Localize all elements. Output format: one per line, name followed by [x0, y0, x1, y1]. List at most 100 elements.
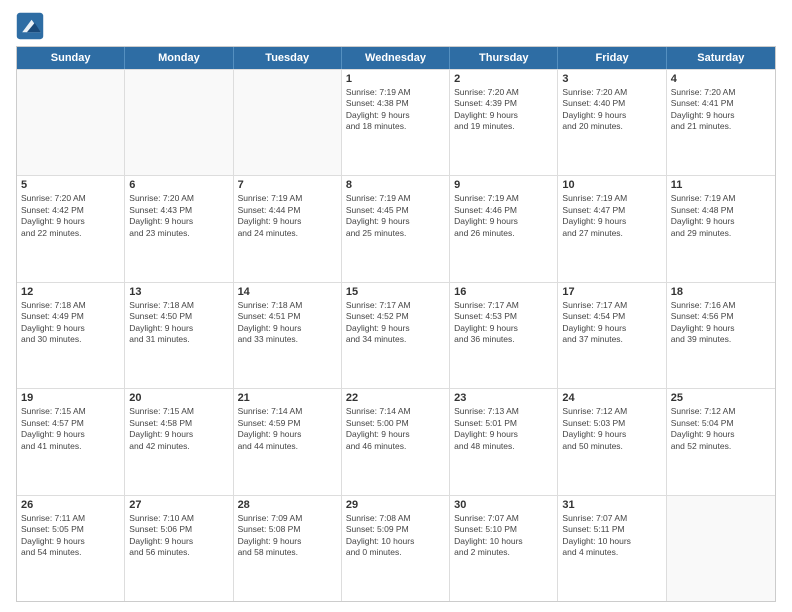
day-number: 23 [454, 392, 553, 404]
empty-cell [667, 496, 775, 601]
day-info: Sunrise: 7:14 AM Sunset: 4:59 PM Dayligh… [238, 406, 337, 452]
day-cell: 27 Sunrise: 7:10 AM Sunset: 5:06 PM Dayli… [125, 496, 233, 601]
day-number: 2 [454, 73, 553, 85]
day-number: 27 [129, 499, 228, 511]
day-cell: 16 Sunrise: 7:17 AM Sunset: 4:53 PM Dayli… [450, 283, 558, 388]
day-number: 17 [562, 286, 661, 298]
day-info: Sunrise: 7:15 AM Sunset: 4:58 PM Dayligh… [129, 406, 228, 452]
calendar-page: SundayMondayTuesdayWednesdayThursdayFrid… [0, 0, 792, 612]
logo-icon [16, 12, 44, 40]
day-cell: 8 Sunrise: 7:19 AM Sunset: 4:45 PM Daylig… [342, 176, 450, 281]
day-info: Sunrise: 7:19 AM Sunset: 4:47 PM Dayligh… [562, 193, 661, 239]
day-number: 13 [129, 286, 228, 298]
day-info: Sunrise: 7:19 AM Sunset: 4:48 PM Dayligh… [671, 193, 771, 239]
day-number: 5 [21, 179, 120, 191]
weekday-header: Tuesday [234, 47, 342, 69]
day-cell: 29 Sunrise: 7:08 AM Sunset: 5:09 PM Dayli… [342, 496, 450, 601]
day-info: Sunrise: 7:20 AM Sunset: 4:40 PM Dayligh… [562, 87, 661, 133]
day-info: Sunrise: 7:18 AM Sunset: 4:51 PM Dayligh… [238, 300, 337, 346]
day-number: 1 [346, 73, 445, 85]
day-info: Sunrise: 7:08 AM Sunset: 5:09 PM Dayligh… [346, 513, 445, 559]
day-cell: 15 Sunrise: 7:17 AM Sunset: 4:52 PM Dayli… [342, 283, 450, 388]
day-cell: 10 Sunrise: 7:19 AM Sunset: 4:47 PM Dayli… [558, 176, 666, 281]
day-cell: 23 Sunrise: 7:13 AM Sunset: 5:01 PM Dayli… [450, 389, 558, 494]
empty-cell [234, 70, 342, 175]
day-number: 15 [346, 286, 445, 298]
day-number: 22 [346, 392, 445, 404]
day-cell: 22Sunrise: 7:14 AM Sunset: 5:00 PM Dayli… [342, 389, 450, 494]
day-cell: 6 Sunrise: 7:20 AM Sunset: 4:43 PM Daylig… [125, 176, 233, 281]
day-cell: 20 Sunrise: 7:15 AM Sunset: 4:58 PM Dayli… [125, 389, 233, 494]
day-number: 30 [454, 499, 553, 511]
weekday-header: Friday [558, 47, 666, 69]
day-info: Sunrise: 7:09 AM Sunset: 5:08 PM Dayligh… [238, 513, 337, 559]
day-number: 29 [346, 499, 445, 511]
day-info: Sunrise: 7:12 AM Sunset: 5:04 PM Dayligh… [671, 406, 771, 452]
day-info: Sunrise: 7:19 AM Sunset: 4:45 PM Dayligh… [346, 193, 445, 239]
day-info: Sunrise: 7:11 AM Sunset: 5:05 PM Dayligh… [21, 513, 120, 559]
day-info: Sunrise: 7:19 AM Sunset: 4:46 PM Dayligh… [454, 193, 553, 239]
day-cell: 31 Sunrise: 7:07 AM Sunset: 5:11 PM Dayli… [558, 496, 666, 601]
day-info: Sunrise: 7:12 AM Sunset: 5:03 PM Dayligh… [562, 406, 661, 452]
day-info: Sunrise: 7:20 AM Sunset: 4:43 PM Dayligh… [129, 193, 228, 239]
day-number: 7 [238, 179, 337, 191]
day-info: Sunrise: 7:17 AM Sunset: 4:53 PM Dayligh… [454, 300, 553, 346]
day-number: 14 [238, 286, 337, 298]
calendar-week: 12Sunrise: 7:18 AM Sunset: 4:49 PM Dayli… [17, 282, 775, 388]
day-info: Sunrise: 7:19 AM Sunset: 4:44 PM Dayligh… [238, 193, 337, 239]
day-info: Sunrise: 7:15 AM Sunset: 4:57 PM Dayligh… [21, 406, 120, 452]
day-number: 6 [129, 179, 228, 191]
day-number: 31 [562, 499, 661, 511]
day-number: 21 [238, 392, 337, 404]
day-number: 9 [454, 179, 553, 191]
day-number: 10 [562, 179, 661, 191]
day-cell: 5 Sunrise: 7:20 AM Sunset: 4:42 PM Daylig… [17, 176, 125, 281]
day-number: 16 [454, 286, 553, 298]
day-info: Sunrise: 7:20 AM Sunset: 4:42 PM Dayligh… [21, 193, 120, 239]
day-number: 19 [21, 392, 120, 404]
day-number: 26 [21, 499, 120, 511]
day-cell: 18Sunrise: 7:16 AM Sunset: 4:56 PM Dayli… [667, 283, 775, 388]
day-cell: 2 Sunrise: 7:20 AM Sunset: 4:39 PM Daylig… [450, 70, 558, 175]
day-number: 18 [671, 286, 771, 298]
day-number: 24 [562, 392, 661, 404]
day-number: 8 [346, 179, 445, 191]
day-cell: 26 Sunrise: 7:11 AM Sunset: 5:05 PM Dayli… [17, 496, 125, 601]
day-info: Sunrise: 7:17 AM Sunset: 4:54 PM Dayligh… [562, 300, 661, 346]
day-cell: 24 Sunrise: 7:12 AM Sunset: 5:03 PM Dayli… [558, 389, 666, 494]
calendar-week: 5 Sunrise: 7:20 AM Sunset: 4:42 PM Daylig… [17, 175, 775, 281]
day-info: Sunrise: 7:17 AM Sunset: 4:52 PM Dayligh… [346, 300, 445, 346]
day-cell: 14 Sunrise: 7:18 AM Sunset: 4:51 PM Dayli… [234, 283, 342, 388]
empty-cell [17, 70, 125, 175]
calendar-header: SundayMondayTuesdayWednesdayThursdayFrid… [17, 47, 775, 69]
empty-cell [125, 70, 233, 175]
day-info: Sunrise: 7:10 AM Sunset: 5:06 PM Dayligh… [129, 513, 228, 559]
day-number: 25 [671, 392, 771, 404]
calendar-week: 19 Sunrise: 7:15 AM Sunset: 4:57 PM Dayli… [17, 388, 775, 494]
day-cell: 19 Sunrise: 7:15 AM Sunset: 4:57 PM Dayli… [17, 389, 125, 494]
calendar-body: 1Sunrise: 7:19 AM Sunset: 4:38 PM Daylig… [17, 69, 775, 601]
weekday-header: Sunday [17, 47, 125, 69]
day-cell: 3Sunrise: 7:20 AM Sunset: 4:40 PM Daylig… [558, 70, 666, 175]
day-cell: 28Sunrise: 7:09 AM Sunset: 5:08 PM Dayli… [234, 496, 342, 601]
day-cell: 12Sunrise: 7:18 AM Sunset: 4:49 PM Dayli… [17, 283, 125, 388]
calendar: SundayMondayTuesdayWednesdayThursdayFrid… [16, 46, 776, 602]
day-info: Sunrise: 7:18 AM Sunset: 4:50 PM Dayligh… [129, 300, 228, 346]
calendar-week: 1Sunrise: 7:19 AM Sunset: 4:38 PM Daylig… [17, 69, 775, 175]
weekday-header: Saturday [667, 47, 775, 69]
day-cell: 30Sunrise: 7:07 AM Sunset: 5:10 PM Dayli… [450, 496, 558, 601]
day-number: 12 [21, 286, 120, 298]
weekday-header: Monday [125, 47, 233, 69]
day-number: 20 [129, 392, 228, 404]
day-info: Sunrise: 7:07 AM Sunset: 5:11 PM Dayligh… [562, 513, 661, 559]
day-cell: 13 Sunrise: 7:18 AM Sunset: 4:50 PM Dayli… [125, 283, 233, 388]
weekday-header: Thursday [450, 47, 558, 69]
day-cell: 7 Sunrise: 7:19 AM Sunset: 4:44 PM Daylig… [234, 176, 342, 281]
logo [16, 12, 48, 40]
day-info: Sunrise: 7:20 AM Sunset: 4:39 PM Dayligh… [454, 87, 553, 133]
day-cell: 17 Sunrise: 7:17 AM Sunset: 4:54 PM Dayli… [558, 283, 666, 388]
day-cell: 11Sunrise: 7:19 AM Sunset: 4:48 PM Dayli… [667, 176, 775, 281]
day-info: Sunrise: 7:13 AM Sunset: 5:01 PM Dayligh… [454, 406, 553, 452]
day-cell: 9 Sunrise: 7:19 AM Sunset: 4:46 PM Daylig… [450, 176, 558, 281]
day-cell: 1Sunrise: 7:19 AM Sunset: 4:38 PM Daylig… [342, 70, 450, 175]
